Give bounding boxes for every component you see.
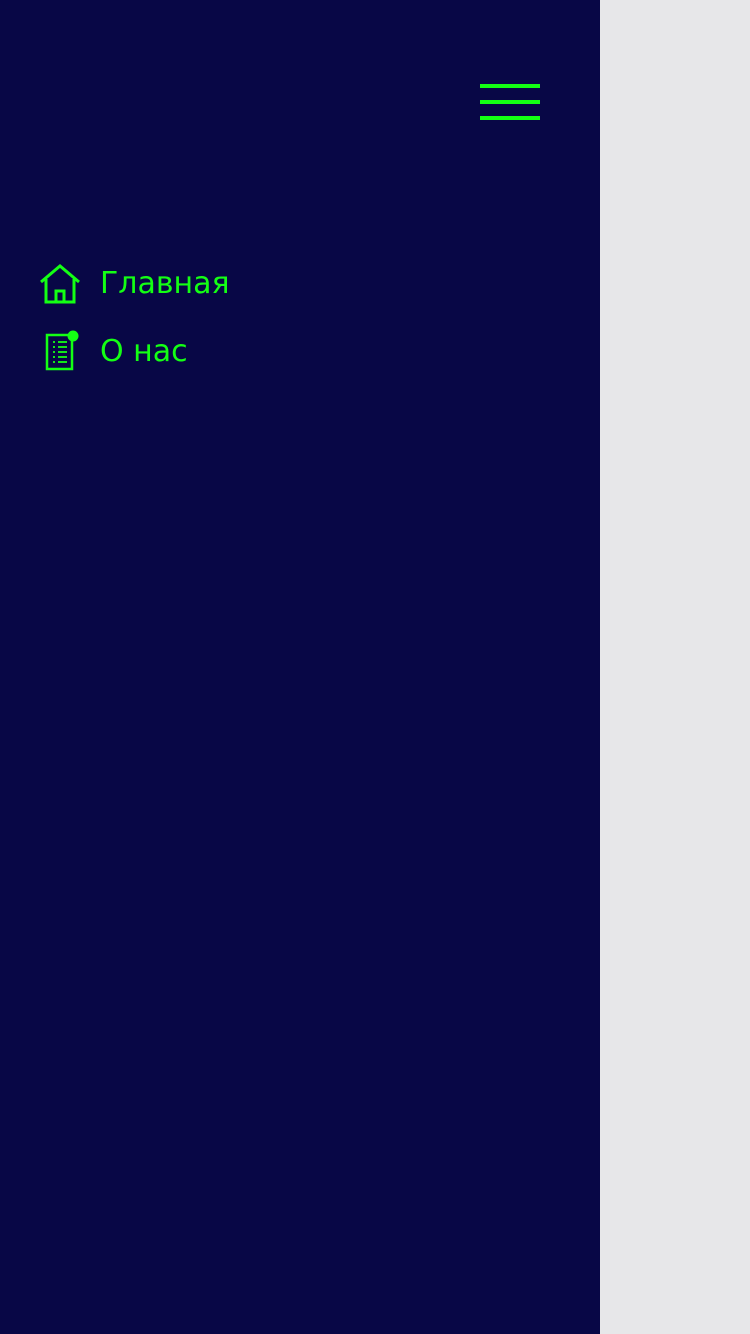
- document-icon: [38, 330, 82, 374]
- background-overlay[interactable]: [600, 0, 750, 1334]
- home-icon: [38, 262, 82, 306]
- sidebar-item-about[interactable]: О нас: [38, 326, 230, 378]
- hamburger-menu-icon-line: [480, 116, 540, 120]
- hamburger-menu-button[interactable]: [474, 78, 546, 130]
- hamburger-menu-icon-line: [480, 100, 540, 104]
- sidebar-item-home[interactable]: Главная: [38, 258, 230, 310]
- hamburger-menu-icon: [480, 84, 540, 88]
- sidebar-item-label: Главная: [100, 266, 230, 301]
- sidebar-item-label: О нас: [100, 334, 188, 369]
- navigation-drawer: Главная О нас: [0, 0, 600, 1334]
- sidebar-menu: Главная О нас: [38, 258, 230, 394]
